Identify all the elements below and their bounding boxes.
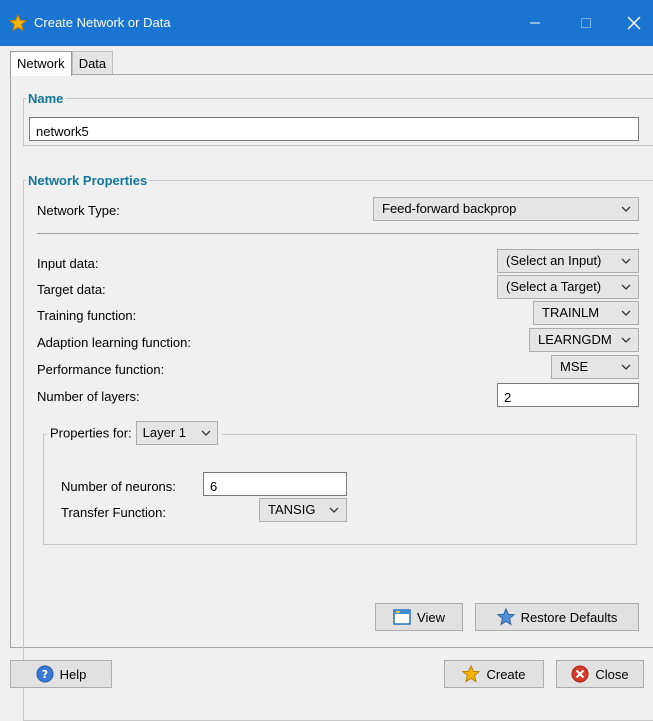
close-icon <box>627 16 641 30</box>
chevron-down-icon <box>621 364 631 370</box>
input-data-label: Input data: <box>37 256 99 271</box>
star-restore-icon <box>496 608 515 626</box>
chevron-down-icon <box>621 206 631 212</box>
restore-defaults-button[interactable]: Restore Defaults <box>475 603 639 631</box>
network-type-value: Feed-forward backprop <box>382 201 517 216</box>
help-button-label: Help <box>59 666 87 682</box>
title-bar: Create Network or Data <box>0 0 653 46</box>
layer-properties-legend: Properties for: Layer 1 <box>46 421 222 447</box>
divider <box>37 233 639 234</box>
create-button[interactable]: Create <box>444 660 544 688</box>
name-group-legend: Name <box>28 91 64 106</box>
window-title: Create Network or Data <box>34 15 171 30</box>
star-create-icon <box>462 665 481 683</box>
training-function-select[interactable]: TRAINLM <box>533 301 639 325</box>
training-function-label: Training function: <box>37 308 137 323</box>
chevron-down-icon <box>201 430 211 436</box>
layer-select[interactable]: Layer 1 <box>135 421 218 445</box>
chevron-down-icon <box>329 507 339 513</box>
tab-bar: Network Data <box>10 51 114 76</box>
help-icon: ? <box>36 665 54 683</box>
network-type-select[interactable]: Feed-forward backprop <box>373 197 639 221</box>
window-view-icon <box>393 609 411 625</box>
performance-function-label: Performance function: <box>37 362 165 377</box>
number-of-neurons-input[interactable] <box>203 472 347 496</box>
network-properties-legend: Network Properties <box>28 173 148 188</box>
network-name-input[interactable] <box>29 117 639 141</box>
transfer-function-label: Transfer Function: <box>61 505 167 520</box>
properties-for-label: Properties for: <box>50 425 132 441</box>
view-button[interactable]: View <box>375 603 463 631</box>
close-button-label: Close <box>595 666 629 682</box>
performance-function-value: MSE <box>560 359 589 374</box>
tab-data[interactable]: Data <box>71 51 114 75</box>
restore-defaults-label: Restore Defaults <box>520 609 618 625</box>
adaption-function-label: Adaption learning function: <box>37 335 191 350</box>
network-tab-panel: Name Network Properties Network Type: Fe… <box>10 74 653 721</box>
input-data-select[interactable]: (Select an Input) <box>497 249 639 273</box>
adaption-function-select[interactable]: LEARNGDM <box>529 328 639 352</box>
number-of-neurons-label: Number of neurons: <box>61 479 176 494</box>
close-circle-icon <box>571 665 589 683</box>
maximize-button[interactable] <box>563 0 609 46</box>
performance-function-select[interactable]: MSE <box>551 355 639 379</box>
view-button-label: View <box>417 609 445 625</box>
chevron-down-icon <box>621 284 631 290</box>
minimize-icon <box>530 22 540 24</box>
create-button-label: Create <box>486 666 526 682</box>
star-app-icon <box>9 14 27 32</box>
transfer-function-select[interactable]: TANSIG <box>259 498 347 522</box>
network-type-label: Network Type: <box>37 203 120 218</box>
input-data-value: (Select an Input) <box>506 253 602 268</box>
help-button[interactable]: ? Help <box>10 660 112 688</box>
chevron-down-icon <box>621 337 631 343</box>
target-data-label: Target data: <box>37 282 106 297</box>
number-of-layers-label: Number of layers: <box>37 389 140 404</box>
chevron-down-icon <box>621 258 631 264</box>
training-function-value: TRAINLM <box>542 305 600 320</box>
minimize-button[interactable] <box>512 0 558 46</box>
svg-text:?: ? <box>41 668 47 681</box>
close-window-button[interactable] <box>611 0 653 46</box>
close-button[interactable]: Close <box>556 660 644 688</box>
target-data-select[interactable]: (Select a Target) <box>497 275 639 299</box>
tab-network[interactable]: Network <box>10 51 72 76</box>
maximize-icon <box>581 18 591 28</box>
transfer-function-value: TANSIG <box>268 502 316 517</box>
number-of-layers-input[interactable] <box>497 383 639 407</box>
adaption-function-value: LEARNGDM <box>538 332 612 347</box>
chevron-down-icon <box>621 310 631 316</box>
target-data-value: (Select a Target) <box>506 279 602 294</box>
layer-select-value: Layer 1 <box>142 425 187 440</box>
